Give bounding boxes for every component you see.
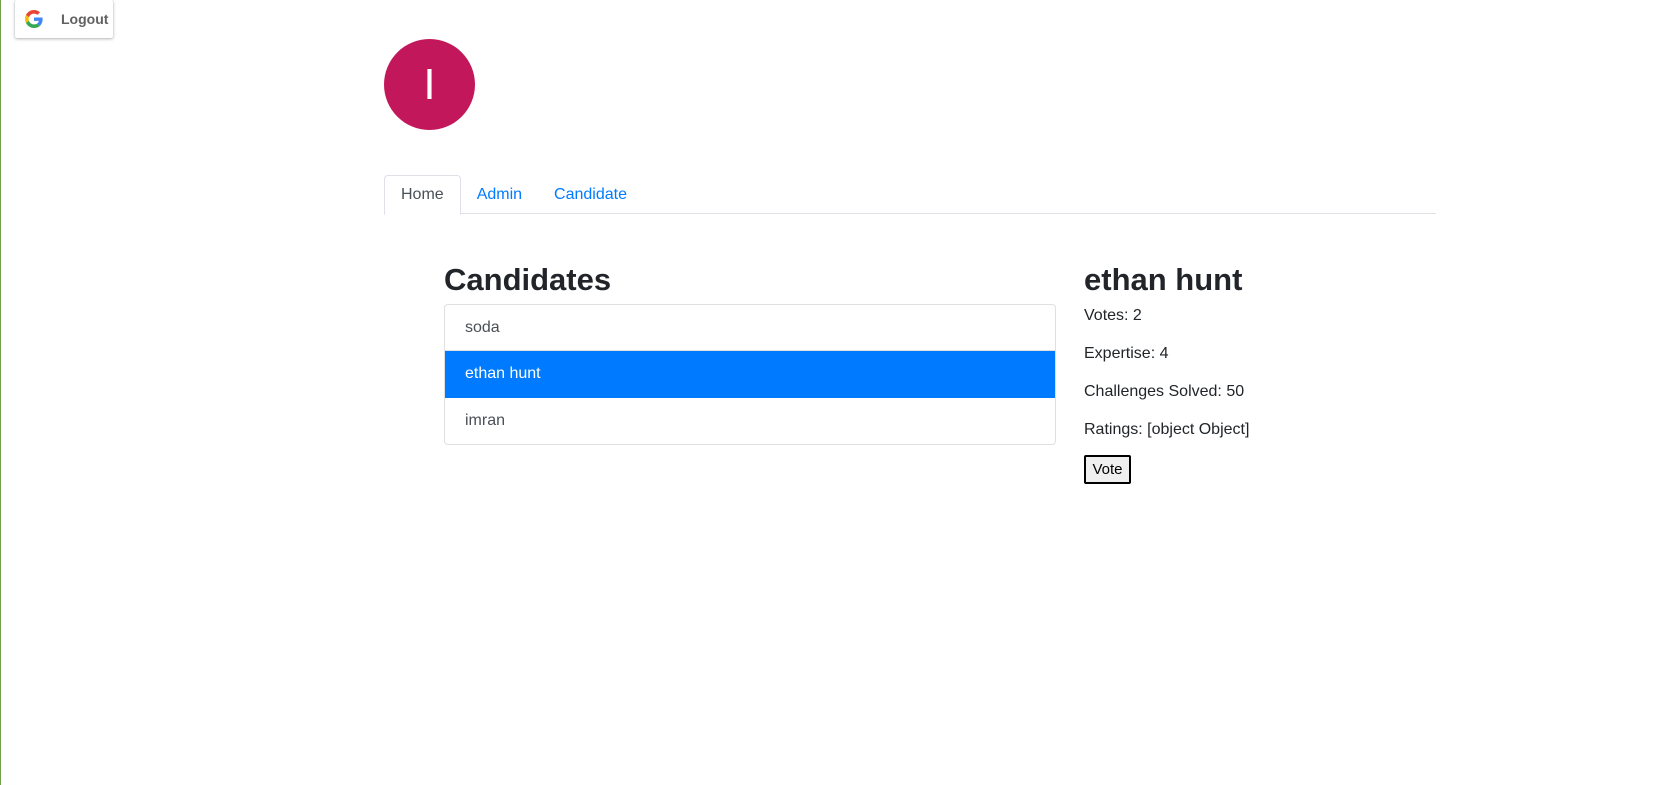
logout-label: Logout xyxy=(61,11,109,27)
google-logout-button[interactable]: Logout xyxy=(15,0,113,38)
candidate-list: soda ethan hunt imran xyxy=(444,304,1056,445)
challenges-solved-text: Challenges Solved: 50 xyxy=(1084,383,1245,400)
selected-candidate-name: ethan hunt xyxy=(1084,262,1243,297)
votes-text: Votes: 2 xyxy=(1084,307,1142,324)
tab-home[interactable]: Home xyxy=(384,175,461,215)
avatar: I xyxy=(384,39,475,130)
vote-button[interactable]: Vote xyxy=(1084,455,1131,484)
list-item-imran[interactable]: imran xyxy=(445,398,1055,444)
tab-candidate[interactable]: Candidate xyxy=(538,175,643,214)
page: Logout I Home Admin Candidate Candidates… xyxy=(0,0,1656,785)
list-item-soda[interactable]: soda xyxy=(445,305,1055,352)
expertise-text: Expertise: 4 xyxy=(1084,345,1169,362)
nav-tabs: Home Admin Candidate xyxy=(384,175,1436,215)
google-icon xyxy=(25,10,43,28)
tab-admin[interactable]: Admin xyxy=(461,175,538,214)
list-item-ethan-hunt[interactable]: ethan hunt xyxy=(445,351,1055,398)
ratings-text: Ratings: [object Object] xyxy=(1084,421,1250,438)
candidates-heading: Candidates xyxy=(444,262,612,297)
